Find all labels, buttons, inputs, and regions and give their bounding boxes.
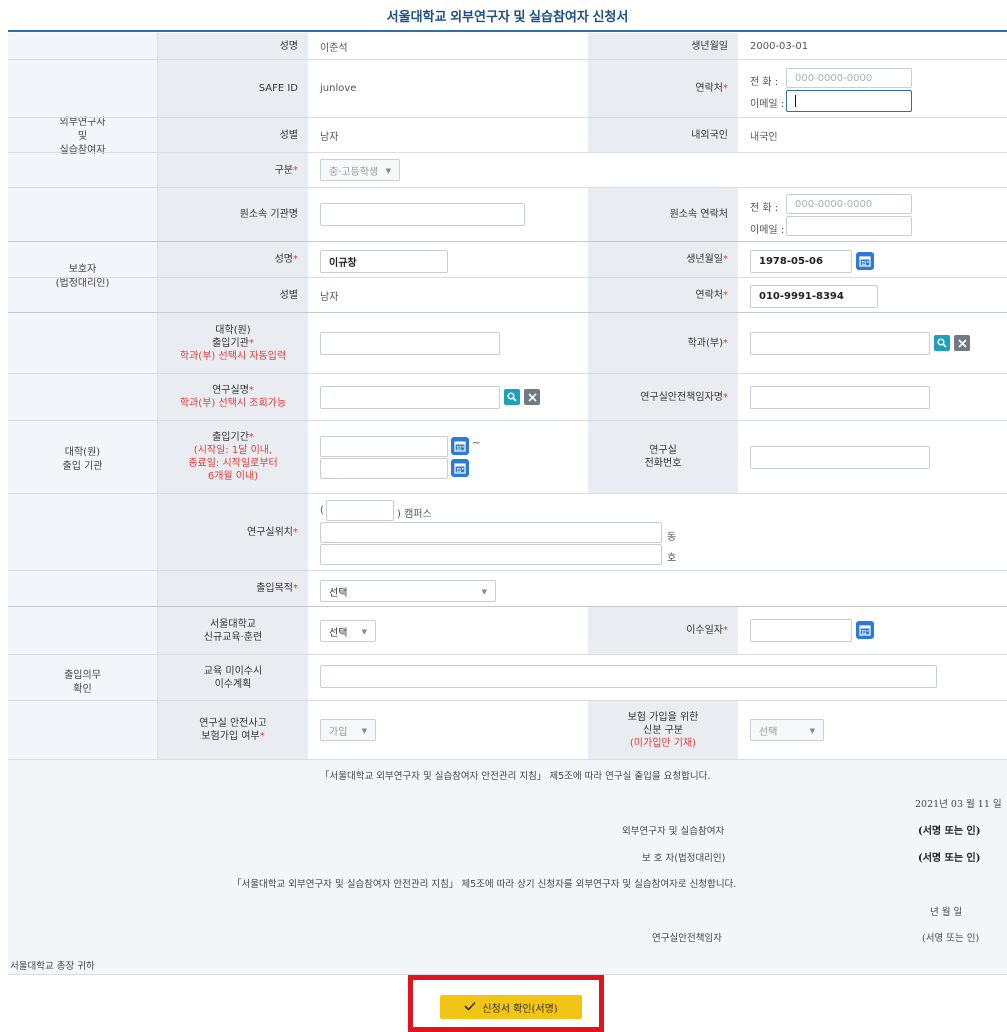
statement-area [8,759,1007,974]
applicant-sign: (서명 또는 인) [918,826,981,837]
status-label: 보험 가입을 위한 신분 구분 (미가입만 기재) [588,701,738,759]
close-icon[interactable] [954,335,970,351]
guardian-contact-label: 연락처 * [588,278,738,312]
nationality-value: 내국인 [750,131,778,143]
applicant-label: 외부연구자 및 실습참여자 [622,826,725,837]
statement-line1: 「서울대학교 외부연구자 및 실습참여자 안전관리 지침」 제5조에 따라 연구… [320,771,711,782]
email-label: 이메일 : [750,99,785,110]
section-entry-duty: 출입의무 확인 [8,607,158,759]
chevron-down-icon: ▼ [481,588,487,596]
room-suffix: 호 [667,553,677,564]
gender-label: 성별 [158,118,308,152]
guardian-sign-label: 보 호 자(법정대리인) [642,853,726,864]
dept-input[interactable] [750,332,930,355]
completion-input[interactable] [750,619,852,642]
safety-manager-input[interactable] [750,386,930,409]
birth-label: 생년월일 [588,33,738,59]
campus-open: ( [320,505,324,516]
guardian-gender-value: 남자 [320,291,339,303]
safeid-label: SAFE ID [158,60,308,117]
lab-phone-label: 연구실 전화번호 [588,421,738,493]
gender-value: 남자 [320,131,339,143]
location-label: 연구실위치 * [158,494,308,570]
org-email-input[interactable] [786,216,912,236]
org-email-label: 이메일 : [750,225,785,236]
org-phone-label: 전 화 : [750,203,779,214]
calendar-icon[interactable] [451,437,469,455]
calendar-icon[interactable] [856,252,874,270]
email-input[interactable] [786,90,912,112]
lab-name-input[interactable] [320,386,500,409]
training-select[interactable]: 선택 ▼ [320,620,376,642]
dept-label: 학과(부) * [588,313,738,373]
period-dash: ~ [472,438,481,449]
page-title: 서울대학교 외부연구자 및 실습참여자 신청서 [386,8,629,24]
period-start-input[interactable] [320,436,448,457]
training-label: 서울대학교 신규교육·훈련 [158,607,308,654]
entry-org-input[interactable] [320,332,500,355]
status-select[interactable]: 선택 ▼ [750,719,824,741]
insurance-label: 연구실 안전사고 보험가입 여부* [158,701,308,759]
section-entry-org: 대학(원) 출입 기관 [8,313,158,606]
org-phone-input[interactable]: 000-0000-0000 [786,194,912,214]
highlight-box [408,975,604,1032]
nationality-label: 내외국인 [588,118,738,152]
guardian-gender-label: 성별 [158,278,308,312]
building-suffix: 동 [667,532,677,543]
statement-date: 2021년 03 월 11 일 [915,799,1002,810]
plan-input[interactable] [320,665,937,688]
manager-sign: (서명 또는 인) [922,933,980,944]
search-icon[interactable] [934,335,950,351]
birth-value: 2000-03-01 [750,40,809,52]
contact-label: 연락처 * [588,60,738,117]
name-value: 이준석 [320,42,348,54]
safety-manager-label: 연구실안전책임자명 * [588,374,738,420]
guardian-birth-label: 생년월일 * [588,242,738,277]
lab-phone-input[interactable] [750,446,930,469]
guardian-name-label: 성명 * [158,242,308,277]
building-input[interactable] [320,522,662,543]
statement-line2: 「서울대학교 외부연구자 및 실습참여자 안전관리 지침」 제5조에 따라 상기… [232,879,737,890]
purpose-label: 출입목적 * [158,571,308,606]
campus-input[interactable] [326,500,394,521]
org-input[interactable] [320,203,525,226]
chevron-down-icon: ▼ [809,727,815,735]
phone-input[interactable]: 000-0000-0000 [786,68,912,88]
search-icon[interactable] [504,389,520,405]
insurance-select[interactable]: 가입 ▼ [320,719,376,741]
close-icon[interactable] [524,389,540,405]
page-title-bar: 서울대학교 외부연구자 및 실습참여자 신청서 [8,0,1007,32]
guardian-name-input[interactable]: 이규창 [320,250,448,273]
period-end-input[interactable] [320,458,448,479]
completion-label: 이수일자 * [588,607,738,654]
safeid-value: junlove [320,83,357,94]
phone-label: 전 화 : [750,77,779,88]
calendar-icon[interactable] [856,621,874,639]
chevron-down-icon: ▼ [361,727,367,735]
chevron-down-icon: ▼ [385,167,391,175]
campus-suffix: ) 캠퍼스 [397,509,432,520]
entry-org-label: 대학(원) 출입기관* 학과(부) 선택시 자동입력 [158,313,308,373]
manager-label: 연구실안전책임자 [652,933,722,944]
addressee: 서울대학교 총장 귀하 [10,961,95,972]
type-select[interactable]: 중·고등학생 ▼ [320,159,400,181]
guardian-birth-input[interactable]: 1978-05-06 [750,250,852,273]
org-contact-label: 원소속 연락처 [588,188,738,241]
chevron-down-icon: ▼ [361,628,367,636]
lab-name-label: 연구실명* 학과(부) 선택시 조회가능 [158,374,308,420]
type-label: 구분 * [158,153,308,187]
section-researcher: 외부연구자 및 실습참여자 [8,33,158,241]
name-label: 성명 [158,33,308,59]
purpose-select[interactable]: 선택 ▼ [320,580,496,602]
period-label: 출입기간* (시작일: 1달 이내, 종료일: 시작일로부터 6개월 이내) [158,421,308,493]
guardian-sign: (서명 또는 인) [918,853,981,864]
org-label: 원소속 기관명 [158,188,308,241]
calendar-icon[interactable] [451,459,469,477]
guardian-contact-input[interactable]: 010-9991-8394 [750,285,878,308]
room-input[interactable] [320,544,662,565]
plan-label: 교육 미이수시 이수계획 [158,655,308,700]
statement-date2: 년 월 일 [930,907,963,918]
